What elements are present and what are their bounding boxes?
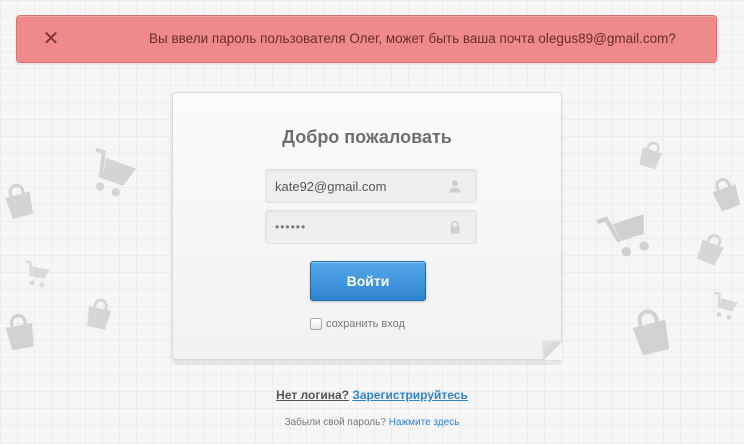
page-curl <box>544 342 562 360</box>
user-icon <box>448 179 462 193</box>
close-icon[interactable]: ✕ <box>41 27 61 51</box>
shopping-bag-icon <box>0 174 43 228</box>
email-input[interactable] <box>266 170 451 202</box>
password-input[interactable] <box>266 211 451 243</box>
shopping-cart-icon <box>20 258 55 293</box>
shopping-bag-icon <box>620 301 681 364</box>
email-field[interactable] <box>265 169 477 203</box>
shopping-cart-icon <box>593 199 664 270</box>
shopping-bag-icon <box>631 134 670 176</box>
login-card: Добро пожаловать Войти сохранить вход <box>172 92 562 360</box>
remember-checkbox[interactable] <box>310 318 322 331</box>
shopping-bag-icon <box>702 167 744 221</box>
signup-link[interactable]: Зарегистрируйтесь <box>352 388 468 402</box>
alert-message: Вы ввели пароль пользователя Олег, может… <box>149 31 676 46</box>
shopping-bag-icon <box>689 227 733 271</box>
forgot-question: Забыли свой пароль? <box>284 417 386 428</box>
shopping-bag-icon <box>0 303 44 361</box>
forgot-line: Забыли свой пароль? Нажмите здесь <box>0 417 744 428</box>
login-title: Добро пожаловать <box>282 127 452 147</box>
shopping-bag-icon <box>79 293 120 335</box>
forgot-link[interactable]: Нажмите здесь <box>389 417 460 428</box>
shopping-cart-icon <box>707 289 744 326</box>
login-button[interactable]: Войти <box>310 261 426 301</box>
remember-me[interactable]: сохранить вход <box>310 318 405 332</box>
signup-question: Нет логина? <box>276 388 349 402</box>
error-alert: ✕ Вы ввели пароль пользователя Олег, мож… <box>16 15 717 63</box>
lock-icon <box>448 220 462 234</box>
shopping-cart-icon <box>79 143 143 207</box>
remember-label[interactable]: сохранить вход <box>326 318 405 330</box>
password-field[interactable] <box>265 210 477 244</box>
signup-line: Нет логина? Зарегистрируйтесь <box>0 388 744 402</box>
